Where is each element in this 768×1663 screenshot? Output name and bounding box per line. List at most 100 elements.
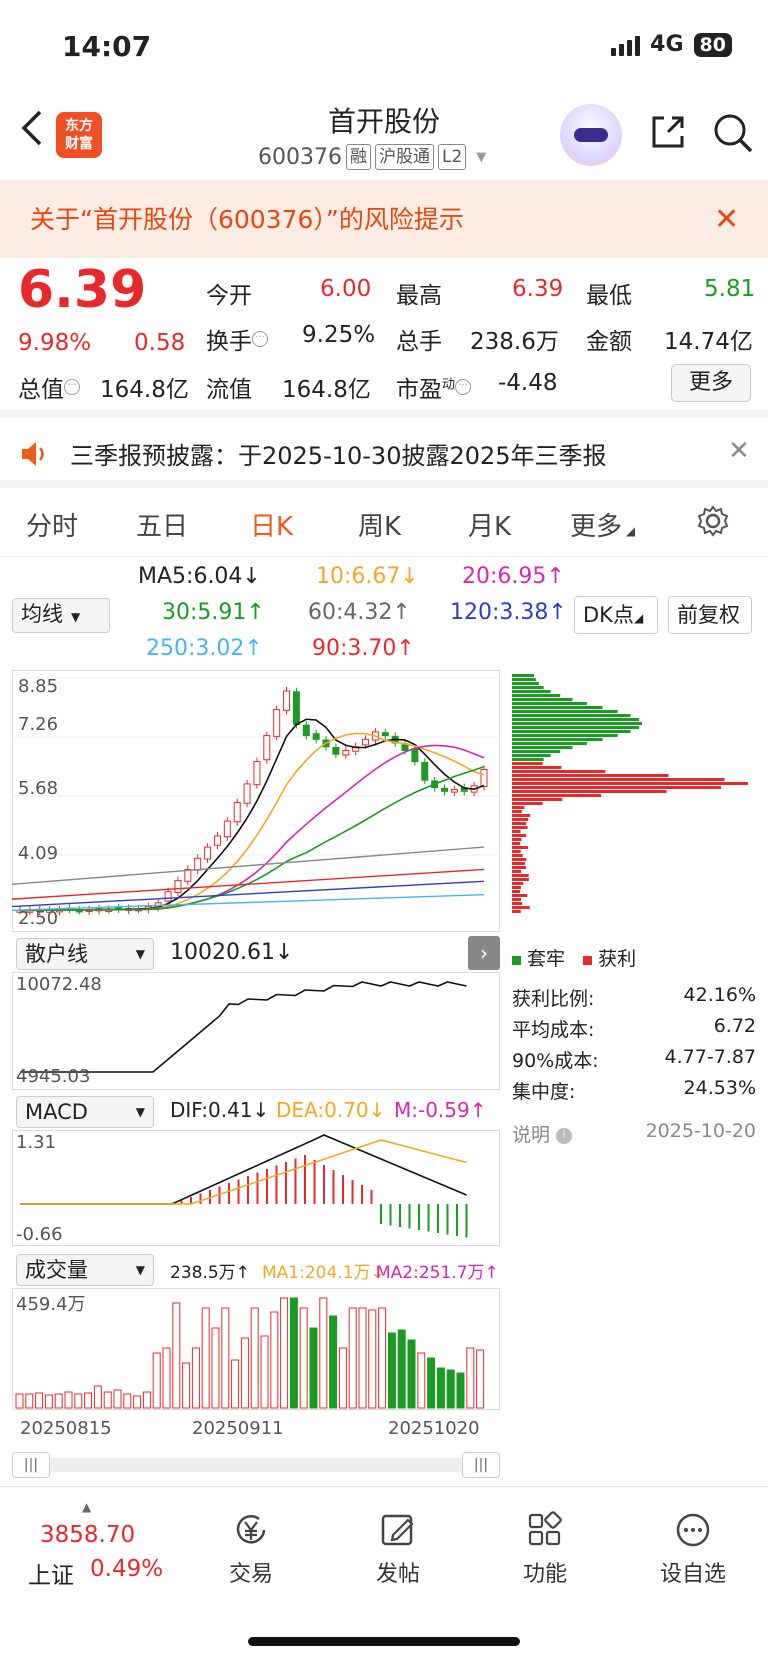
chip-note-row: 说明 i 2025-10-20 <box>512 1120 756 1147</box>
home-indicator[interactable] <box>248 1637 520 1646</box>
chip-bar <box>512 690 551 693</box>
volume-bar <box>173 1303 180 1408</box>
volume-value: 238.5万↑ <box>170 1258 250 1283</box>
gear-icon[interactable] <box>696 504 730 538</box>
index-value[interactable]: 3858.70 <box>40 1522 135 1548</box>
range-handle-left[interactable]: ||| <box>12 1452 50 1478</box>
chevron-down-icon: ▼ <box>136 1255 145 1285</box>
adjust-button[interactable]: 前复权 <box>668 596 752 634</box>
more-button[interactable]: 更多 <box>671 364 751 402</box>
macd-axis-min: -0.66 <box>16 1224 63 1245</box>
label-market-cap: 总值 ··· <box>18 370 80 404</box>
value-volume: 238.6万 <box>470 322 559 356</box>
retail-selector[interactable]: 散户线 ▼ <box>16 938 154 970</box>
price-axis-label: 2.50 <box>18 908 58 929</box>
search-icon[interactable] <box>712 112 754 154</box>
candle-body <box>214 836 220 845</box>
notice-text[interactable]: 三季报预披露：于2025-10-30披露2025年三季报 <box>70 436 607 471</box>
nav-trade[interactable]: 交易 <box>196 1510 306 1588</box>
chip-bar <box>512 810 522 813</box>
info-icon[interactable]: i <box>556 1128 572 1144</box>
dk-point-button[interactable]: DK点◢ <box>574 596 658 634</box>
price-axis-label: 8.85 <box>18 676 58 697</box>
chevron-right-icon[interactable]: › <box>468 936 500 970</box>
ma5-label: MA5:6.04↓ <box>138 564 261 589</box>
tab-monthly-k[interactable]: 月K <box>468 506 511 543</box>
nav-post-label: 发帖 <box>343 1556 453 1588</box>
tab-timeshare[interactable]: 分时 <box>26 506 78 543</box>
candle-body <box>284 691 290 710</box>
nav-function[interactable]: 功能 <box>490 1510 600 1588</box>
kline-chart[interactable] <box>12 670 500 932</box>
chip-distribution-chart[interactable] <box>510 670 756 932</box>
volume-bar <box>359 1308 366 1408</box>
edit-icon <box>378 1510 418 1550</box>
nav-post[interactable]: 发帖 <box>343 1510 453 1588</box>
volume-selector[interactable]: 成交量 ▼ <box>16 1254 154 1286</box>
chip-bar <box>512 822 526 825</box>
ma-selector[interactable]: 均线 ▼ <box>12 598 110 633</box>
chip-stat-value: 42.16% <box>684 984 756 1011</box>
value-market-cap: 164.8亿 <box>100 370 189 404</box>
range-handle-right[interactable]: ||| <box>462 1452 500 1478</box>
volume-bar <box>45 1395 52 1408</box>
chevron-down-icon: ◢ <box>634 611 643 625</box>
long-ma-line <box>12 869 484 899</box>
label-market-cap-text: 总值 <box>18 377 64 403</box>
volume-bar <box>447 1370 454 1408</box>
volume-bar <box>65 1392 72 1408</box>
tab-more[interactable]: 更多 ◢ <box>570 506 635 543</box>
stock-subtitle[interactable]: 600376 融 沪股通 L2 ▼ <box>258 144 486 170</box>
range-track[interactable] <box>12 1458 500 1472</box>
label-amount: 金额 <box>586 322 632 356</box>
battery-icon: 80 <box>694 33 732 57</box>
info-icon[interactable]: ··· <box>252 331 268 347</box>
chip-bar <box>512 734 618 737</box>
label-low: 最低 <box>586 276 632 310</box>
tab-daily-k[interactable]: 日K <box>250 506 293 543</box>
chip-bar <box>512 858 526 861</box>
network-label: 4G <box>650 32 683 57</box>
candle-body <box>422 762 428 780</box>
risk-text[interactable]: 关于“首开股份（600376）”的风险提示 <box>30 200 464 236</box>
chip-bar <box>512 682 539 685</box>
close-icon[interactable]: ✕ <box>728 436 750 466</box>
macd-selector[interactable]: MACD ▼ <box>16 1096 154 1128</box>
candle-body <box>224 821 230 837</box>
info-icon[interactable]: ··· <box>455 379 471 395</box>
chip-bar <box>512 802 543 805</box>
tag-l2: L2 <box>438 144 466 170</box>
chevron-down-icon: ◢ <box>622 524 635 538</box>
nav-watchlist[interactable]: 设自选 <box>638 1510 748 1588</box>
label-pe-text: 市盈 <box>396 377 442 403</box>
date-label: 20250815 <box>20 1418 112 1439</box>
label-turnover: 换手 ··· <box>206 322 268 356</box>
ma20-label: 20:6.95↑ <box>462 564 565 589</box>
chip-note[interactable]: 说明 i <box>512 1120 572 1147</box>
volume-bar <box>418 1353 425 1408</box>
info-icon[interactable]: ··· <box>64 379 80 395</box>
assistant-avatar[interactable] <box>560 104 622 166</box>
status-time: 14:07 <box>62 30 151 63</box>
chip-bar <box>512 702 587 705</box>
chip-stat-label: 90%成本: <box>512 1046 599 1073</box>
share-icon[interactable] <box>648 112 688 152</box>
yen-cycle-icon <box>231 1510 271 1550</box>
index-name[interactable]: 上证 <box>28 1556 74 1590</box>
volume-bar <box>261 1336 268 1408</box>
candle-body <box>234 803 240 822</box>
close-icon[interactable]: ✕ <box>714 202 739 237</box>
macd-dea: DEA:0.70↓ <box>276 1098 385 1122</box>
volume-bar <box>339 1348 346 1408</box>
chip-bar <box>512 870 521 873</box>
chip-stat-value: 6.72 <box>714 1015 756 1042</box>
chip-bar <box>512 902 522 905</box>
index-pct[interactable]: 0.49% <box>90 1556 163 1582</box>
chip-bar <box>512 678 536 681</box>
ma10-label: 10:6.67↓ <box>316 564 419 589</box>
volume-ma2: MA2:251.7万↑ <box>376 1258 499 1283</box>
tab-weekly-k[interactable]: 周K <box>358 506 401 543</box>
tab-five-day[interactable]: 五日 <box>136 506 188 543</box>
chip-bar <box>512 694 560 697</box>
chip-stat-row: 90%成本: 4.77-7.87 <box>512 1046 756 1073</box>
